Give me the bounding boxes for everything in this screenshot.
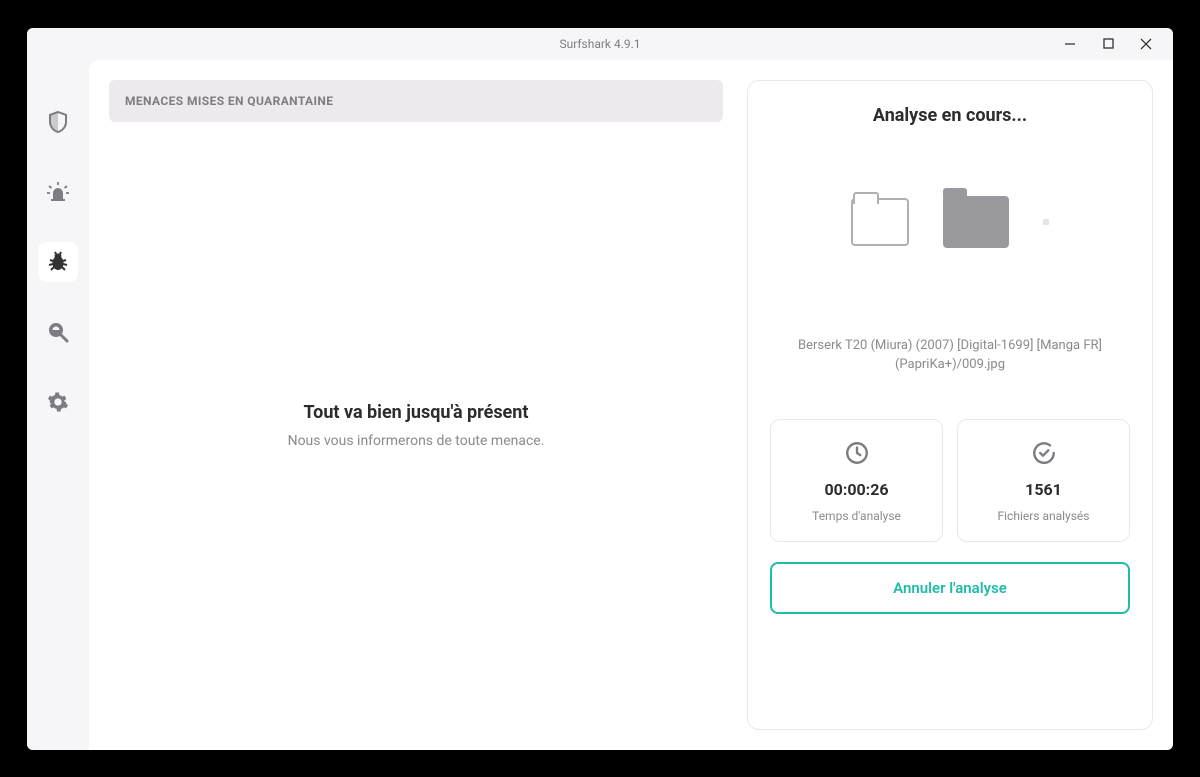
app-window: Surfshark 4.9.1: [27, 28, 1173, 750]
gear-icon: [47, 391, 69, 413]
scan-stats: 00:00:26 Temps d'analyse 1561 Fichiers a…: [770, 419, 1130, 542]
titlebar: Surfshark 4.9.1: [27, 28, 1173, 60]
sidebar-item-settings[interactable]: [38, 382, 78, 422]
folder-dot-icon: [1043, 219, 1049, 225]
window-body: MENACES MISES EN QUARANTAINE Tout va bie…: [27, 60, 1173, 750]
status-center: Tout va bien jusqu'à présent Nous vous i…: [109, 122, 723, 730]
stat-files-value: 1561: [1025, 480, 1062, 499]
window-controls: [1051, 28, 1165, 60]
check-circle-icon: [1031, 440, 1057, 470]
maximize-icon: [1103, 38, 1114, 49]
stat-card-files: 1561 Fichiers analysés: [957, 419, 1130, 542]
close-icon: [1140, 38, 1152, 50]
status-subtitle: Nous vous informerons de toute menace.: [288, 433, 545, 449]
close-button[interactable]: [1127, 29, 1165, 59]
bug-icon: [46, 250, 70, 274]
scan-illustration: [770, 182, 1130, 262]
minimize-button[interactable]: [1051, 29, 1089, 59]
status-title: Tout va bien jusqu'à présent: [304, 402, 529, 423]
quarantine-header: MENACES MISES EN QUARANTAINE: [109, 80, 723, 122]
stat-files-label: Fichiers analysés: [998, 509, 1090, 523]
sidebar-item-vpn[interactable]: [38, 102, 78, 142]
scan-current-file: Berserk T20 (Miura) (2007) [Digital-1699…: [770, 336, 1130, 375]
scan-title: Analyse en cours...: [770, 105, 1130, 126]
folder-solid-icon: [943, 196, 1009, 248]
cancel-scan-button[interactable]: Annuler l'analyse: [770, 562, 1130, 614]
main-content: MENACES MISES EN QUARANTAINE Tout va bie…: [89, 60, 1173, 750]
sidebar-item-antivirus[interactable]: [38, 242, 78, 282]
minimize-icon: [1064, 38, 1076, 50]
search-icon: [47, 321, 69, 343]
folder-outline-icon: [851, 198, 909, 246]
siren-icon: [46, 181, 70, 203]
stat-card-time: 00:00:26 Temps d'analyse: [770, 419, 943, 542]
clock-icon: [844, 440, 870, 470]
window-title: Surfshark 4.9.1: [559, 37, 640, 51]
maximize-button[interactable]: [1089, 29, 1127, 59]
sidebar: [27, 60, 89, 750]
scan-panel: Analyse en cours... Berserk T20 (Miura) …: [747, 80, 1153, 730]
stat-time-value: 00:00:26: [824, 480, 888, 499]
shield-icon: [47, 110, 69, 134]
quarantine-pane: MENACES MISES EN QUARANTAINE Tout va bie…: [109, 80, 723, 730]
stat-time-label: Temps d'analyse: [812, 509, 901, 523]
sidebar-item-alert[interactable]: [38, 172, 78, 212]
sidebar-item-search[interactable]: [38, 312, 78, 352]
